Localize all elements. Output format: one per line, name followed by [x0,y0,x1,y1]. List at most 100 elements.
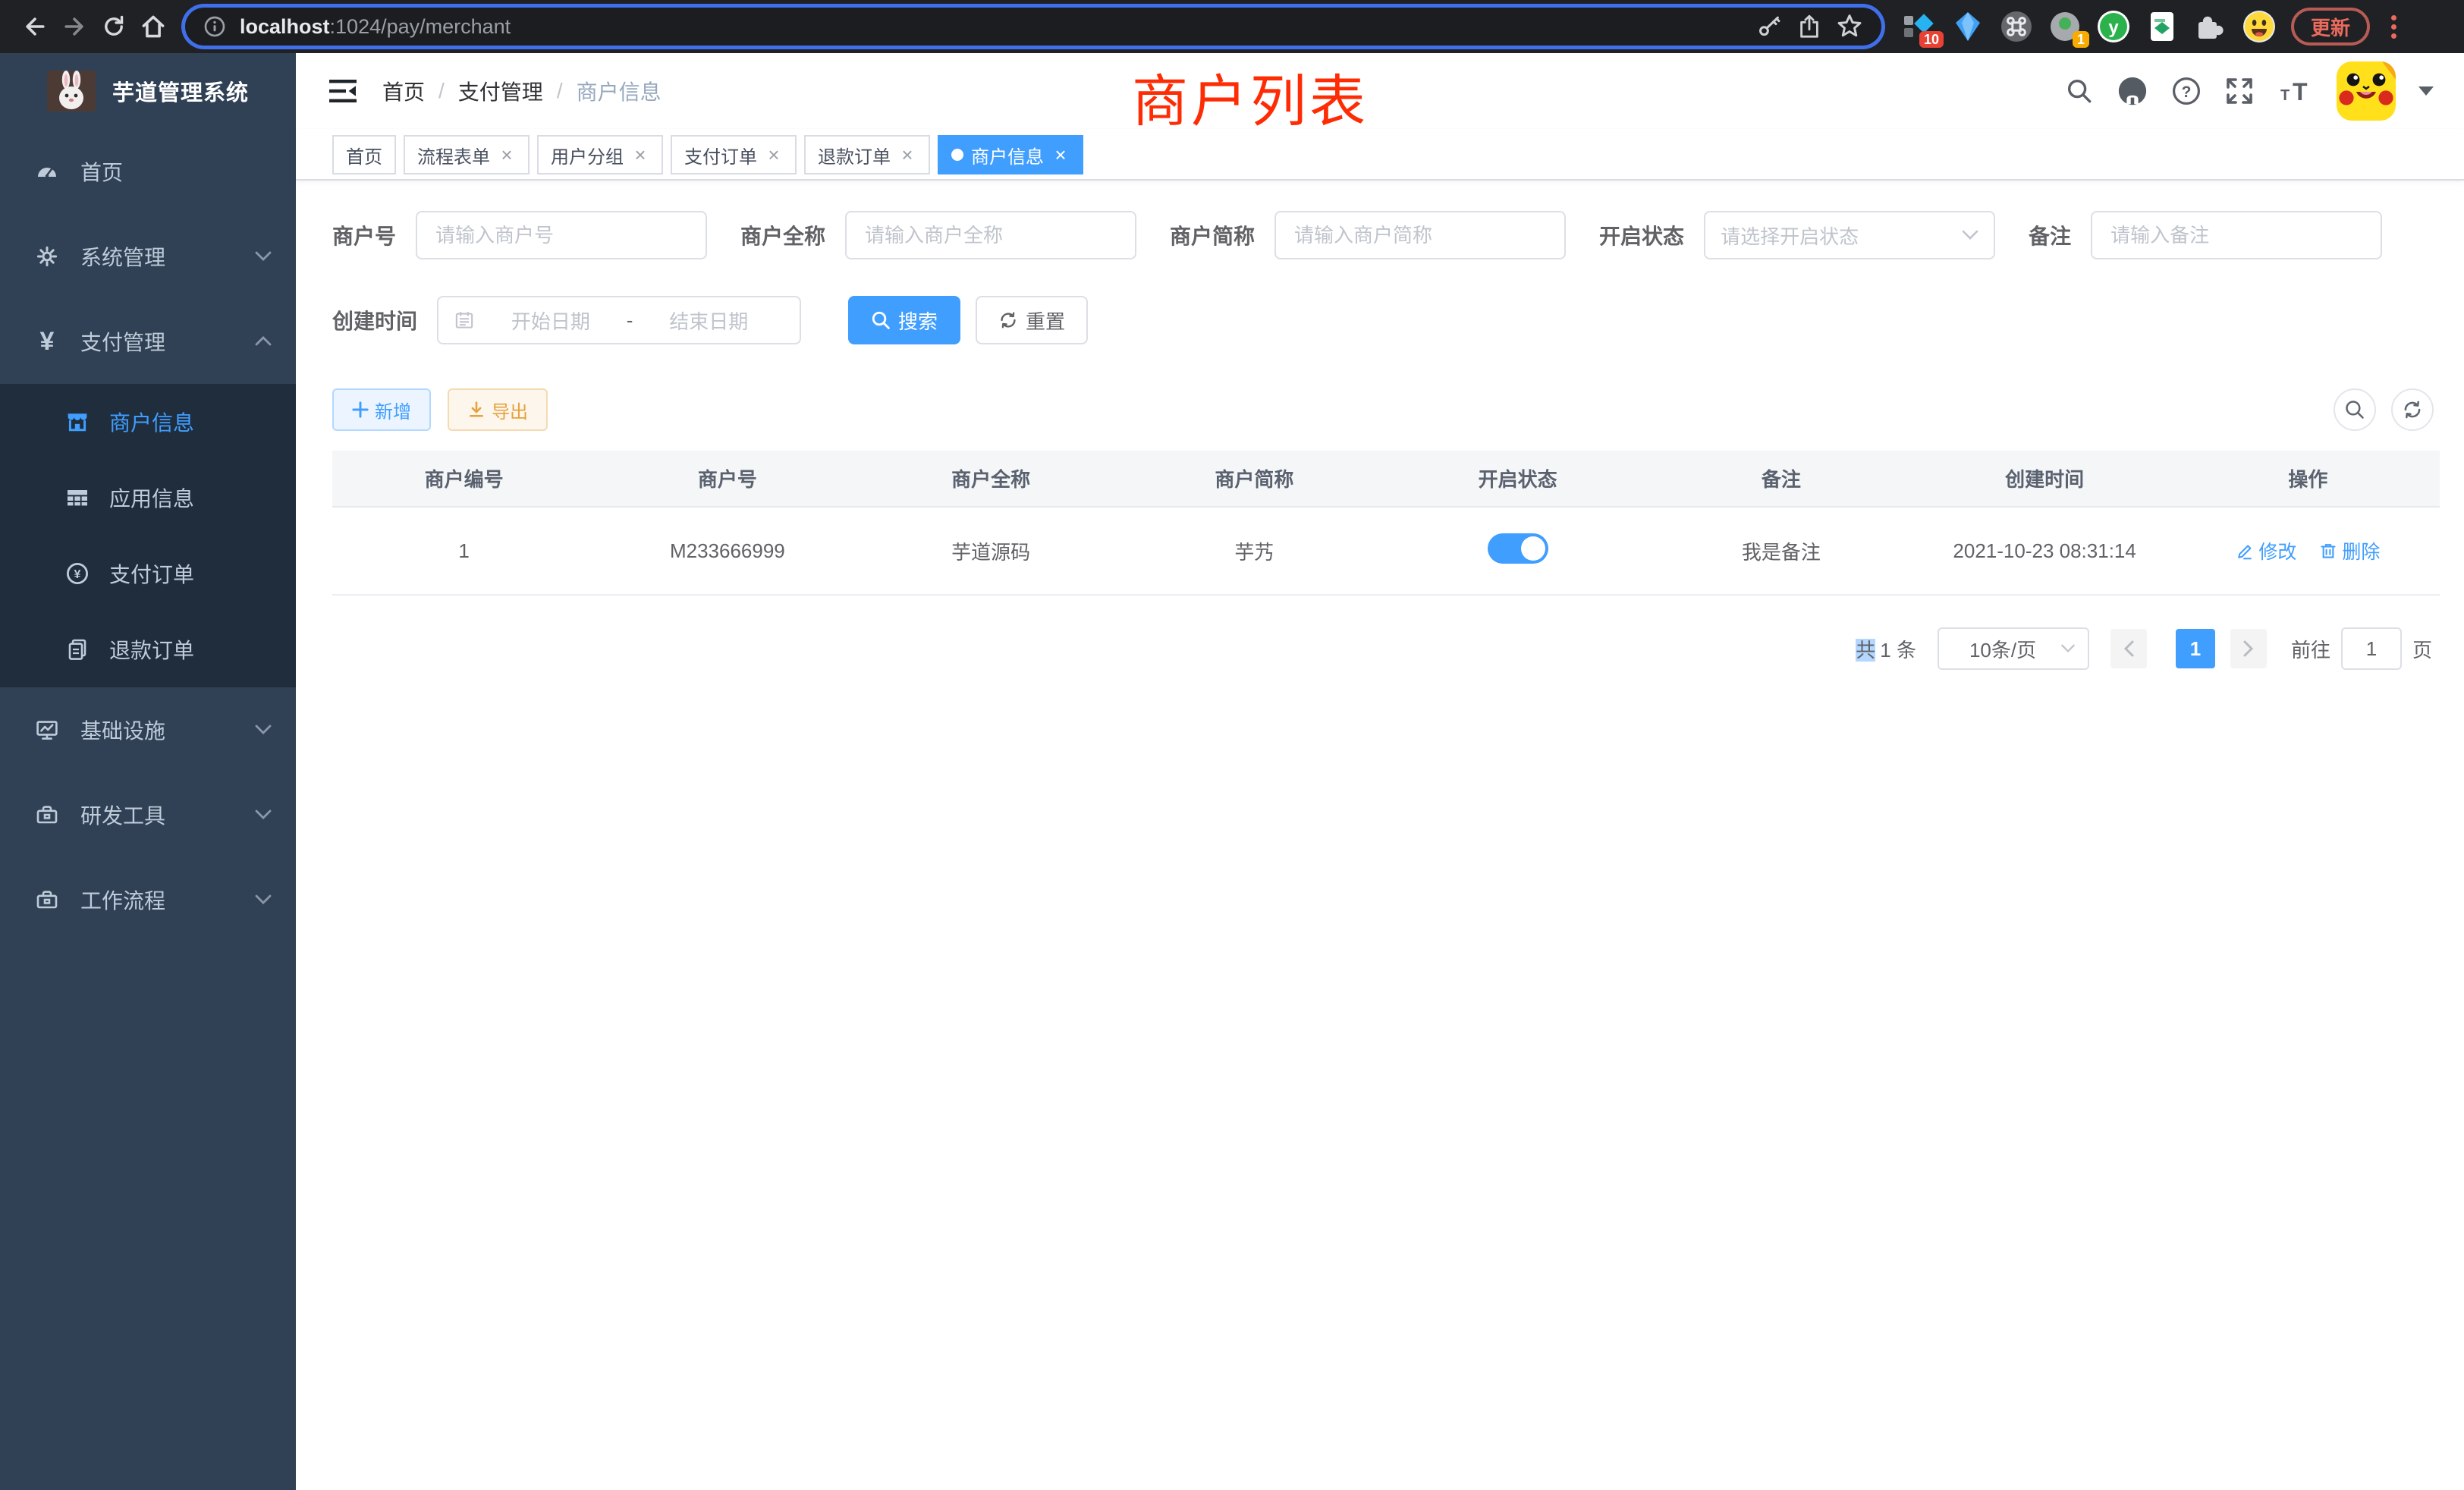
toolbox-icon [29,888,65,912]
status-toggle-on[interactable] [1488,533,1548,564]
svg-text:T: T [2293,78,2308,105]
breadcrumb-current: 商户信息 [577,76,662,106]
user-avatar-pikachu[interactable] [2337,61,2396,121]
svg-text:?: ? [2182,83,2192,101]
documents-icon [59,637,96,662]
status-select[interactable]: 请选择开启状态 [1704,211,1995,259]
tab-flow-form[interactable]: 流程表单× [404,135,530,174]
current-page-button[interactable]: 1 [2176,629,2215,668]
font-size-icon[interactable]: TT [2277,77,2314,105]
close-icon[interactable]: × [898,145,916,165]
sidebar-item-system[interactable]: 系统管理 [0,214,296,299]
full-name-input[interactable] [845,211,1136,259]
sidebar-item-label: 首页 [80,156,123,187]
trash-icon [2319,542,2337,560]
sidebar-item-workflow[interactable]: 工作流程 [0,857,296,942]
close-icon[interactable]: × [1051,145,1070,165]
next-page-button[interactable] [2230,629,2267,668]
table-tools [2334,388,2440,431]
sidebar-item-merchant[interactable]: 商户信息 [0,384,296,460]
cell-merchant-id: 1 [332,507,596,595]
short-name-input[interactable] [1274,211,1566,259]
tab-user-group[interactable]: 用户分组× [537,135,663,174]
share-icon[interactable] [1796,14,1822,39]
search-button[interactable]: 搜索 [848,296,960,344]
breadcrumb-payment[interactable]: 支付管理 [458,76,543,106]
breadcrumb-home[interactable]: 首页 [382,76,425,106]
tab-pay-order[interactable]: 支付订单× [671,135,797,174]
sidebar-item-infrastructure[interactable]: 基础设施 [0,687,296,772]
command-icon [2000,10,2033,43]
edit-link[interactable]: 修改 [2236,537,2296,564]
status-dot-extension-icon[interactable]: 1 [2048,10,2082,43]
prev-page-button[interactable] [2110,629,2147,668]
workspace-extension-icon[interactable]: 10 [1903,10,1936,43]
active-dot [951,149,963,161]
profile-emoji-avatar[interactable] [2242,10,2276,43]
page-size-select[interactable]: 10条/页 [1938,627,2089,670]
reset-button[interactable]: 重置 [976,296,1088,344]
merchant-no-label: 商户号 [332,220,396,250]
tab-home[interactable]: 首页 [332,135,396,174]
browser-update-button[interactable]: 更新 [2291,8,2370,46]
export-button[interactable]: 导出 [448,388,548,431]
help-icon[interactable]: ? [2171,76,2202,106]
browser-home-button[interactable] [134,7,173,46]
plus-icon [352,401,369,418]
close-icon[interactable]: × [498,145,516,165]
sidebar-item-pay-order[interactable]: ¥ 支付订单 [0,536,296,611]
search-icon [2344,399,2365,420]
filter-row-2: 创建时间 开始日期 - 结束日期 搜索 重置 [332,296,2440,344]
chevron-down-icon [1962,230,1978,240]
tab-merchant-info-active[interactable]: 商户信息× [938,135,1083,174]
browser-back-button[interactable] [15,7,55,46]
create-time-range-picker[interactable]: 开始日期 - 结束日期 [437,296,801,344]
cell-merchant-no: M233666999 [596,507,859,595]
github-icon[interactable] [2117,75,2148,107]
date-separator: - [627,309,633,332]
refresh-table-button[interactable] [2391,388,2434,431]
show-search-toggle-button[interactable] [2334,388,2376,431]
remark-input[interactable] [2091,211,2382,259]
sidebar-item-dev-tools[interactable]: 研发工具 [0,772,296,857]
y-circle-icon: y [2097,10,2130,43]
download-icon [467,401,486,419]
sidebar-item-payment[interactable]: ¥ 支付管理 [0,299,296,384]
add-button[interactable]: 新增 [332,388,431,431]
total-count: 共1 条 [1856,635,1916,663]
merchant-no-input[interactable] [416,211,707,259]
chevron-down-icon [255,894,272,905]
bookmark-star-icon[interactable] [1836,13,1863,40]
close-icon[interactable]: × [765,145,783,165]
pagination: 共1 条 10条/页 1 前往 页 [332,627,2440,670]
sidebar-collapse-button[interactable] [328,77,358,105]
extensions-puzzle-icon[interactable] [2194,10,2227,43]
command-extension-icon[interactable] [2000,10,2033,43]
fullscreen-icon[interactable] [2224,76,2255,106]
sidebar-item-home[interactable]: 首页 [0,129,296,214]
browser-menu-button[interactable] [2382,9,2406,45]
sidebar-item-refund-order[interactable]: 退款订单 [0,611,296,687]
browser-forward-button[interactable] [55,7,94,46]
sidebar-item-label: 基础设施 [80,715,165,745]
browser-reload-button[interactable] [94,7,134,46]
avatar-caret-down-icon[interactable] [2418,86,2434,96]
tab-refund-order[interactable]: 退款订单× [804,135,930,174]
refresh-icon [2402,399,2423,420]
back-arrow-icon [21,13,49,40]
search-button[interactable] [2065,77,2094,105]
sidebar-logo[interactable]: 芋道管理系统 [0,53,296,129]
docs-extension-icon[interactable] [2145,10,2179,43]
gem-icon [1951,10,1985,43]
page-unit-label: 页 [2412,635,2432,663]
gem-extension-icon[interactable] [1951,10,1985,43]
sidebar-item-application[interactable]: 应用信息 [0,460,296,536]
delete-link[interactable]: 删除 [2319,537,2380,564]
password-key-icon[interactable] [1757,14,1783,39]
site-info-icon[interactable] [203,15,226,38]
close-icon[interactable]: × [631,145,649,165]
goto-page-input[interactable] [2341,627,2402,670]
y-extension-icon[interactable]: y [2097,10,2130,43]
top-navbar: 首页 / 支付管理 / 商户信息 商户列表 ? TT [296,53,2464,129]
url-bar[interactable]: localhost:1024/pay/merchant [185,8,1881,46]
